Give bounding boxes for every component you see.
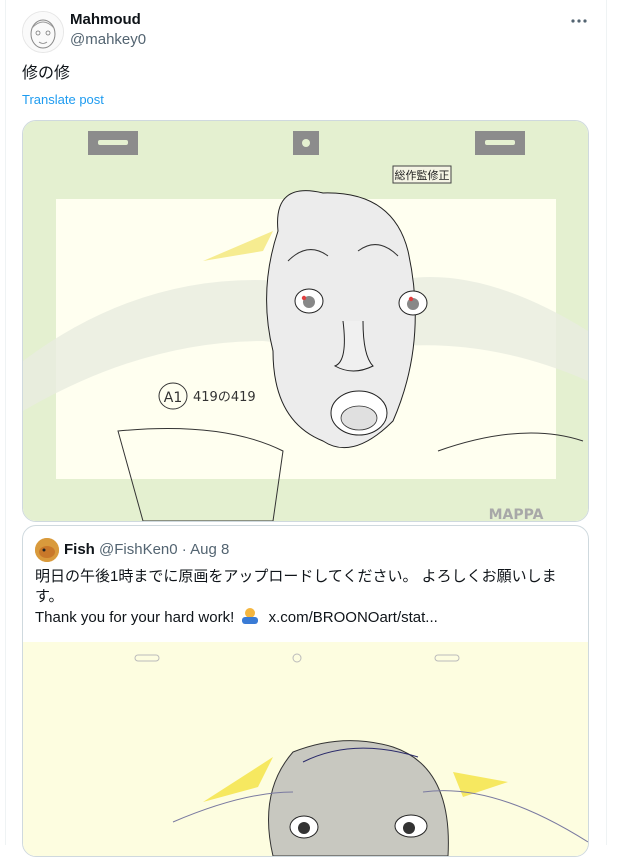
author-handle[interactable]: @mahkey0 bbox=[70, 31, 146, 48]
quote-header: Fish @FishKen0 · Aug 8 bbox=[64, 541, 229, 558]
quote-text-english-line: Thank you for your hard work! x.com/BROO… bbox=[35, 607, 438, 628]
quote-separator: · bbox=[181, 541, 187, 558]
quoted-post[interactable]: Fish @FishKen0 · Aug 8 明日の午後1時までに原画をアップロ… bbox=[22, 525, 589, 857]
post-text: 修の修 bbox=[22, 65, 71, 82]
quote-author-name[interactable]: Fish bbox=[64, 541, 95, 558]
quote-text-japanese: 明日の午後1時までに原画をアップロードしてください。 よろしくお願いします。 bbox=[35, 568, 557, 605]
avatar-sketch-icon bbox=[23, 12, 63, 52]
translate-post-link[interactable]: Translate post bbox=[22, 92, 104, 107]
post-image[interactable]: 総作監修正 A1 419の419 MAPPA bbox=[22, 120, 589, 522]
quote-image[interactable] bbox=[23, 642, 588, 856]
quote-text-english: Thank you for your hard work! bbox=[35, 609, 235, 626]
watermark-logo: MAPPA bbox=[489, 507, 544, 521]
quote-animation-sheet-image bbox=[23, 642, 588, 856]
author-name[interactable]: Mahmoud bbox=[70, 11, 141, 28]
cut-label: A1 bbox=[164, 390, 182, 406]
more-icon bbox=[571, 19, 587, 23]
quote-author-avatar[interactable] bbox=[35, 538, 59, 562]
quote-date[interactable]: Aug 8 bbox=[190, 541, 229, 558]
stamp-text: 総作監修正 bbox=[395, 168, 450, 182]
animation-sheet-image: 総作監修正 A1 419の419 MAPPA bbox=[23, 121, 588, 521]
quote-link[interactable]: x.com/BROONOart/stat... bbox=[269, 609, 438, 626]
cut-number: 419の419 bbox=[193, 390, 256, 405]
author-avatar[interactable] bbox=[22, 11, 64, 53]
fish-avatar-icon bbox=[35, 538, 59, 562]
more-button[interactable] bbox=[568, 10, 590, 32]
quote-author-handle[interactable]: @FishKen0 bbox=[99, 541, 178, 558]
bowing-person-icon bbox=[242, 608, 259, 624]
